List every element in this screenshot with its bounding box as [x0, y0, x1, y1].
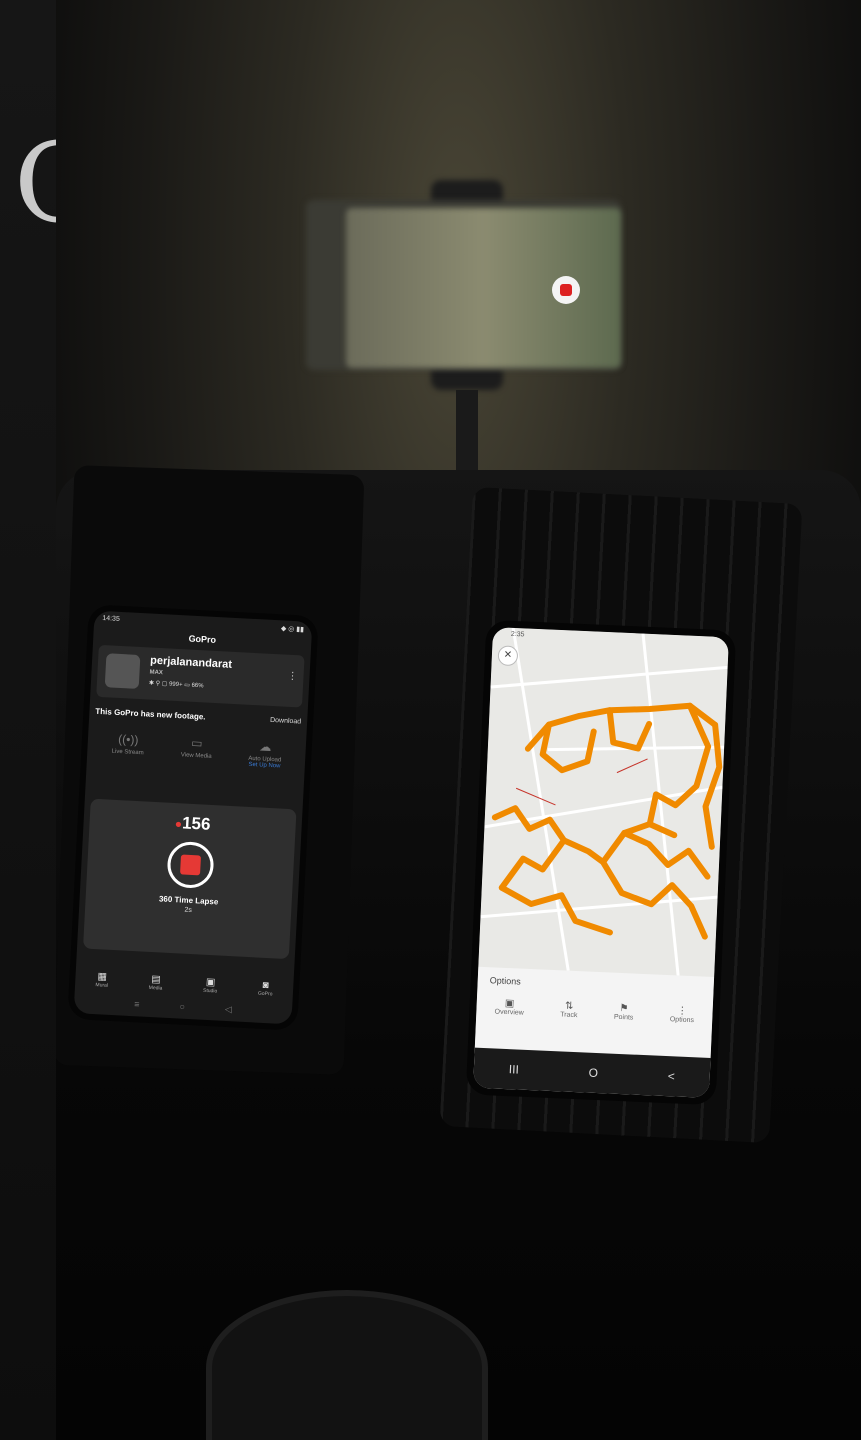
gopro-icon: ◙	[262, 979, 269, 992]
nav-media[interactable]: ▤ Media	[149, 974, 163, 992]
camera-stats: ✱ ⚲ ▢ 999+ ▭ 66%	[148, 680, 204, 690]
setup-link[interactable]: Set Up Now	[234, 761, 294, 770]
media-icon: ▤	[150, 974, 161, 986]
options-sheet: Options ▣ Overview ⇅ Track ⚑ Points ⋮ Option…	[474, 966, 715, 1058]
nav-label: Studio	[202, 987, 218, 995]
quick-action-auto-upload[interactable]: ☁ Auto Upload Set Up Now	[233, 738, 295, 787]
map-view[interactable]	[478, 627, 729, 978]
studio-icon: ▣	[205, 976, 216, 989]
tab-label: Overview	[494, 1008, 524, 1017]
camera-thumbnail	[104, 653, 141, 689]
download-link[interactable]: Download	[270, 716, 301, 725]
nav-gopro[interactable]: ◙ GoPro	[258, 980, 273, 998]
home-button[interactable]: ○	[179, 1002, 185, 1013]
side-glyph: C	[14, 128, 56, 238]
map-phone: 2:35 ✕ Options ▣ Overview ⇅ Track ⚑ Points …	[465, 619, 737, 1106]
shutter-button[interactable]	[166, 840, 215, 890]
home-button[interactable]: O	[588, 1066, 598, 1080]
camera-name: perjalanandarat	[149, 654, 233, 671]
tab-options[interactable]: ⋮ Options	[670, 1005, 695, 1024]
system-nav: ≡ ○ ◁	[74, 996, 292, 1018]
quick-action-label: Live Stream	[111, 748, 144, 757]
quick-actions: ((•)) Live Stream ▭ View Media ☁ Auto Up…	[92, 731, 300, 788]
tab-label: Points	[613, 1013, 634, 1022]
tab-overview[interactable]: ▣ Overview	[494, 998, 524, 1017]
photo: 14:35 ◆ ◎ ▮▮ GoPro perjalanandarat MAX ✱…	[56, 0, 861, 1440]
nav-studio[interactable]: ▣ Studio	[203, 977, 218, 995]
nav-mural[interactable]: ▦ Mural	[95, 971, 108, 989]
view-media-icon: ▭	[190, 735, 203, 751]
auto-upload-icon: ☁	[259, 739, 272, 754]
status-icons: ◆ ◎ ▮▮	[280, 625, 305, 634]
nav-label: Mural	[95, 982, 109, 989]
side-strip: C	[0, 0, 56, 1440]
recording-panel: ●156 360 Time Lapse 2s	[82, 798, 297, 960]
tab-label: Options	[669, 1016, 695, 1025]
status-time: 2:35	[510, 630, 525, 639]
recents-button[interactable]: ≡	[134, 999, 140, 1010]
tab-points[interactable]: ⚑ Points	[614, 1003, 634, 1022]
map-screen: 2:35 ✕ Options ▣ Overview ⇅ Track ⚑ Points …	[473, 627, 729, 1098]
stop-icon	[180, 854, 202, 876]
quick-action-view-media[interactable]: ▭ View Media	[165, 735, 227, 784]
record-stop-icon[interactable]	[552, 276, 580, 304]
nav-label: Media	[148, 984, 163, 992]
live-stream-icon: ((•))	[117, 731, 139, 748]
bottom-tabs: ▣ Overview ⇅ Track ⚑ Points ⋮ Options	[476, 997, 713, 1025]
round-vent	[206, 1290, 488, 1440]
footage-text: This GoPro has new footage.	[95, 706, 206, 722]
capture-count: ●156	[89, 809, 296, 840]
quick-action-live-stream[interactable]: ((•)) Live Stream	[96, 731, 158, 780]
tab-label: Track	[560, 1011, 578, 1020]
status-time: 14:35	[102, 614, 120, 623]
grid-icon: ▦	[97, 971, 108, 983]
gopro-phone: 14:35 ◆ ◎ ▮▮ GoPro perjalanandarat MAX ✱…	[67, 604, 319, 1031]
track-icon: ⇅	[564, 1000, 574, 1012]
back-button[interactable]: ◁	[225, 1004, 232, 1015]
gopro-screen: 14:35 ◆ ◎ ▮▮ GoPro perjalanandarat MAX ✱…	[73, 610, 313, 1025]
camera-model: MAX	[149, 669, 164, 677]
recents-button[interactable]: III	[509, 1062, 520, 1076]
tab-track[interactable]: ⇅ Track	[560, 1000, 578, 1020]
capture-count-value: 156	[181, 813, 211, 834]
options-title: Options	[489, 975, 521, 987]
back-button[interactable]: <	[667, 1069, 675, 1083]
camera-card[interactable]: perjalanandarat MAX ✱ ⚲ ▢ 999+ ▭ 66% ⋮	[96, 644, 305, 708]
flag-icon: ⚑	[619, 1002, 629, 1015]
quick-action-label: View Media	[180, 752, 212, 760]
nav-label: GoPro	[257, 990, 273, 998]
more-icon[interactable]: ⋮	[287, 671, 298, 683]
bottom-nav: ▦ Mural ▤ Media ▣ Studio ◙ GoPro	[75, 970, 294, 998]
